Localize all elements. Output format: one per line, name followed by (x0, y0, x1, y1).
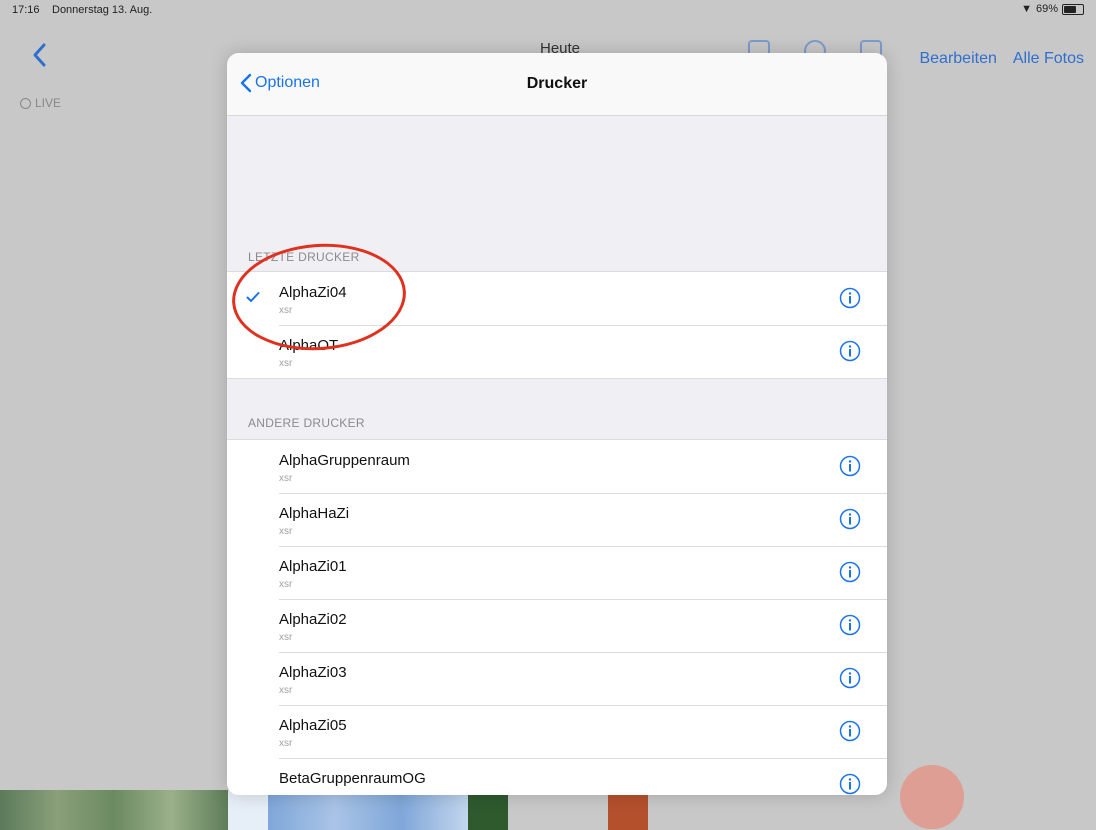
other-printers-list: AlphaGruppenraum xsr AlphaHaZi xsr Alpha… (227, 439, 887, 795)
printer-name: AlphaZi03 (279, 664, 347, 681)
info-icon[interactable] (839, 508, 861, 530)
printer-row-alphazi04[interactable]: AlphaZi04 xsr (227, 272, 887, 325)
printer-row-alphahazi[interactable]: AlphaHaZi xsr (227, 493, 887, 546)
printer-name: AlphaZi01 (279, 558, 347, 575)
recent-printers-header: LETZTE DRUCKER (248, 250, 360, 264)
thumbnail[interactable] (0, 790, 228, 830)
printer-subtitle: xsr (279, 632, 293, 643)
sheet-title: Drucker (526, 75, 588, 92)
status-date: Donnerstag 13. Aug. (52, 4, 153, 16)
printer-subtitle: xsr (279, 358, 293, 369)
live-icon (20, 97, 31, 109)
status-bar: 17:16 Donnerstag 13. Aug. ▼ 69% (0, 0, 1096, 20)
all-photos-button[interactable]: Alle Fotos (1013, 50, 1084, 68)
info-icon[interactable] (839, 720, 861, 742)
assistive-touch-button[interactable] (900, 765, 964, 829)
status-right: ▼ 69% (1021, 3, 1084, 15)
printer-subtitle: xsr (279, 738, 293, 749)
printer-row-alphaot[interactable]: AlphaOT xsr (227, 325, 887, 378)
sheet-navbar: Optionen Drucker (227, 53, 887, 116)
info-icon[interactable] (839, 455, 861, 477)
printer-subtitle: xsr (279, 579, 293, 590)
printer-name: AlphaOT (279, 337, 339, 354)
background-nav-actions: Bearbeiten Alle Fotos (919, 50, 1084, 68)
info-icon[interactable] (839, 614, 861, 636)
status-time: 17:16 (12, 4, 40, 16)
battery-percent: 69% (1035, 3, 1058, 15)
printer-row-alphazi01[interactable]: AlphaZi01 xsr (227, 546, 887, 599)
info-icon[interactable] (839, 561, 861, 583)
thumbnail[interactable] (608, 790, 648, 830)
live-badge[interactable]: LIVE (20, 96, 61, 110)
thumbnail[interactable] (228, 790, 268, 830)
printer-subtitle: xsr (279, 685, 293, 696)
back-chevron-icon[interactable] (30, 40, 50, 70)
thumbnail[interactable] (508, 790, 608, 830)
printer-subtitle: xsr (279, 526, 293, 537)
thumbnail[interactable] (268, 790, 468, 830)
printer-name: AlphaHaZi (279, 505, 350, 522)
printer-name: AlphaZi02 (279, 611, 347, 628)
thumbnail[interactable] (468, 790, 508, 830)
printer-row-alphazi05[interactable]: AlphaZi05 xsr (227, 705, 887, 758)
wifi-icon: ▼ (1021, 3, 1032, 15)
info-icon[interactable] (839, 773, 861, 795)
info-icon[interactable] (839, 287, 861, 309)
printer-row-alphagruppenraum[interactable]: AlphaGruppenraum xsr (227, 440, 887, 493)
checkmark-icon (246, 292, 260, 302)
printer-row-alphazi02[interactable]: AlphaZi02 xsr (227, 599, 887, 652)
printer-row-alphazi03[interactable]: AlphaZi03 xsr (227, 652, 887, 705)
other-printers-header: ANDERE DRUCKER (248, 416, 365, 430)
printer-row-betagruppenraumog[interactable]: BetaGruppenraumOG (227, 758, 887, 795)
printer-name: AlphaZi05 (279, 717, 347, 734)
info-icon[interactable] (839, 340, 861, 362)
live-label: LIVE (35, 96, 62, 110)
recent-printers-list: AlphaZi04 xsr AlphaOT xsr (227, 271, 887, 379)
printer-name: BetaGruppenraumOG (279, 770, 426, 787)
printer-sheet: Optionen Drucker LETZTE DRUCKER AlphaZi0… (227, 53, 887, 795)
printer-name: AlphaZi04 (279, 284, 347, 301)
printer-name: AlphaGruppenraum (279, 452, 410, 469)
info-icon[interactable] (839, 667, 861, 689)
battery-icon (1062, 3, 1084, 15)
printer-subtitle: xsr (279, 305, 293, 316)
edit-button[interactable]: Bearbeiten (919, 50, 996, 68)
printer-subtitle: xsr (279, 473, 293, 484)
